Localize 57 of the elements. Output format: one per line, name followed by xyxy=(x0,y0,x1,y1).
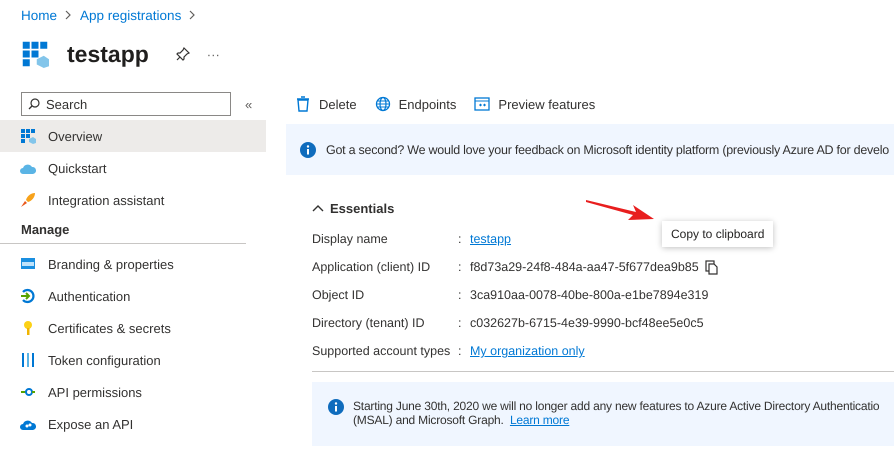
rocket-icon xyxy=(20,192,36,208)
info-icon xyxy=(328,399,344,415)
window-icon xyxy=(20,256,36,272)
nav-item[interactable]: Authentication xyxy=(0,280,266,312)
colon-separator: : xyxy=(458,232,462,246)
toolbar-button[interactable]: Delete xyxy=(295,96,357,112)
toolbar-button[interactable]: Endpoints xyxy=(374,96,456,112)
info-text: Starting June 30th, 2020 we will no longer add any new features to Azure Active Directory Authenticatio xyxy=(353,399,880,413)
nav-item[interactable]: Branding & properties xyxy=(0,248,266,280)
breadcrumb-link[interactable]: App registrations xyxy=(80,8,182,22)
property-label: Display name xyxy=(312,232,389,246)
nav-item[interactable]: Quickstart xyxy=(0,152,266,184)
nav-item[interactable]: Integration assistant xyxy=(0,184,266,216)
more-button[interactable]: ··· xyxy=(206,46,220,62)
section-heading: Manage xyxy=(0,216,246,244)
property-link[interactable]: testapp xyxy=(470,232,512,246)
app-icon xyxy=(21,40,49,68)
nav-item[interactable]: API permissions xyxy=(0,376,266,408)
breadcrumb-link[interactable]: Home xyxy=(21,8,58,22)
search-field[interactable]: Search xyxy=(21,92,231,116)
property-label: Supported account types xyxy=(312,344,452,358)
copy-icon[interactable] xyxy=(704,260,719,274)
colon-separator: : xyxy=(458,288,462,302)
nav-item[interactable]: Token configuration xyxy=(0,344,266,376)
grid-icon xyxy=(20,128,36,144)
colon-separator: : xyxy=(458,344,462,358)
trash-icon xyxy=(295,96,311,112)
colon-separator: : xyxy=(458,260,462,274)
tooltip: Copy to clipboard xyxy=(662,221,774,247)
nav-item[interactable]: Certificates & secrets xyxy=(0,312,266,344)
property-value: 3ca910aa-0078-40be-800a-e1be7894e319 xyxy=(470,288,708,302)
preview-icon xyxy=(474,96,490,112)
chevron-icon xyxy=(312,204,324,212)
bars-icon xyxy=(20,352,36,368)
page-title: testapp xyxy=(67,40,149,68)
learn-more-link[interactable]: Learn more xyxy=(510,413,570,427)
arrow-circle-icon xyxy=(20,288,36,304)
property-label: Application (client) ID xyxy=(312,260,432,274)
property-value: c032627b-6715-4e39-9990-bcf48ee5e0c5 xyxy=(470,316,704,330)
info-icon xyxy=(300,142,316,158)
property-label: Object ID xyxy=(312,288,366,302)
chevron-icon xyxy=(65,10,72,20)
collapse-button[interactable]: « xyxy=(245,96,252,112)
essentials-toggle[interactable]: Essentials xyxy=(312,197,894,219)
property-value: f8d73a29-24f8-484a-aa47-5f677dea9b85 xyxy=(470,260,699,274)
nav-item[interactable]: Overview xyxy=(0,120,266,152)
feedback-text: Got a second? We would love your feedback on Microsoft identity platform (previously Azure AD for develo xyxy=(326,142,889,156)
property-label: Directory (tenant) ID xyxy=(312,316,426,330)
search-icon xyxy=(28,98,40,110)
chevron-icon xyxy=(189,10,196,20)
pin-icon[interactable] xyxy=(174,46,191,62)
globe-icon xyxy=(374,96,391,112)
toolbar-button[interactable]: Preview features xyxy=(474,96,596,112)
info-text: (MSAL) and Microsoft Graph. xyxy=(353,413,504,427)
nav-item[interactable]: Expose an API xyxy=(0,408,266,440)
colon-separator: : xyxy=(458,316,462,330)
property-link[interactable]: My organization only xyxy=(470,344,585,358)
